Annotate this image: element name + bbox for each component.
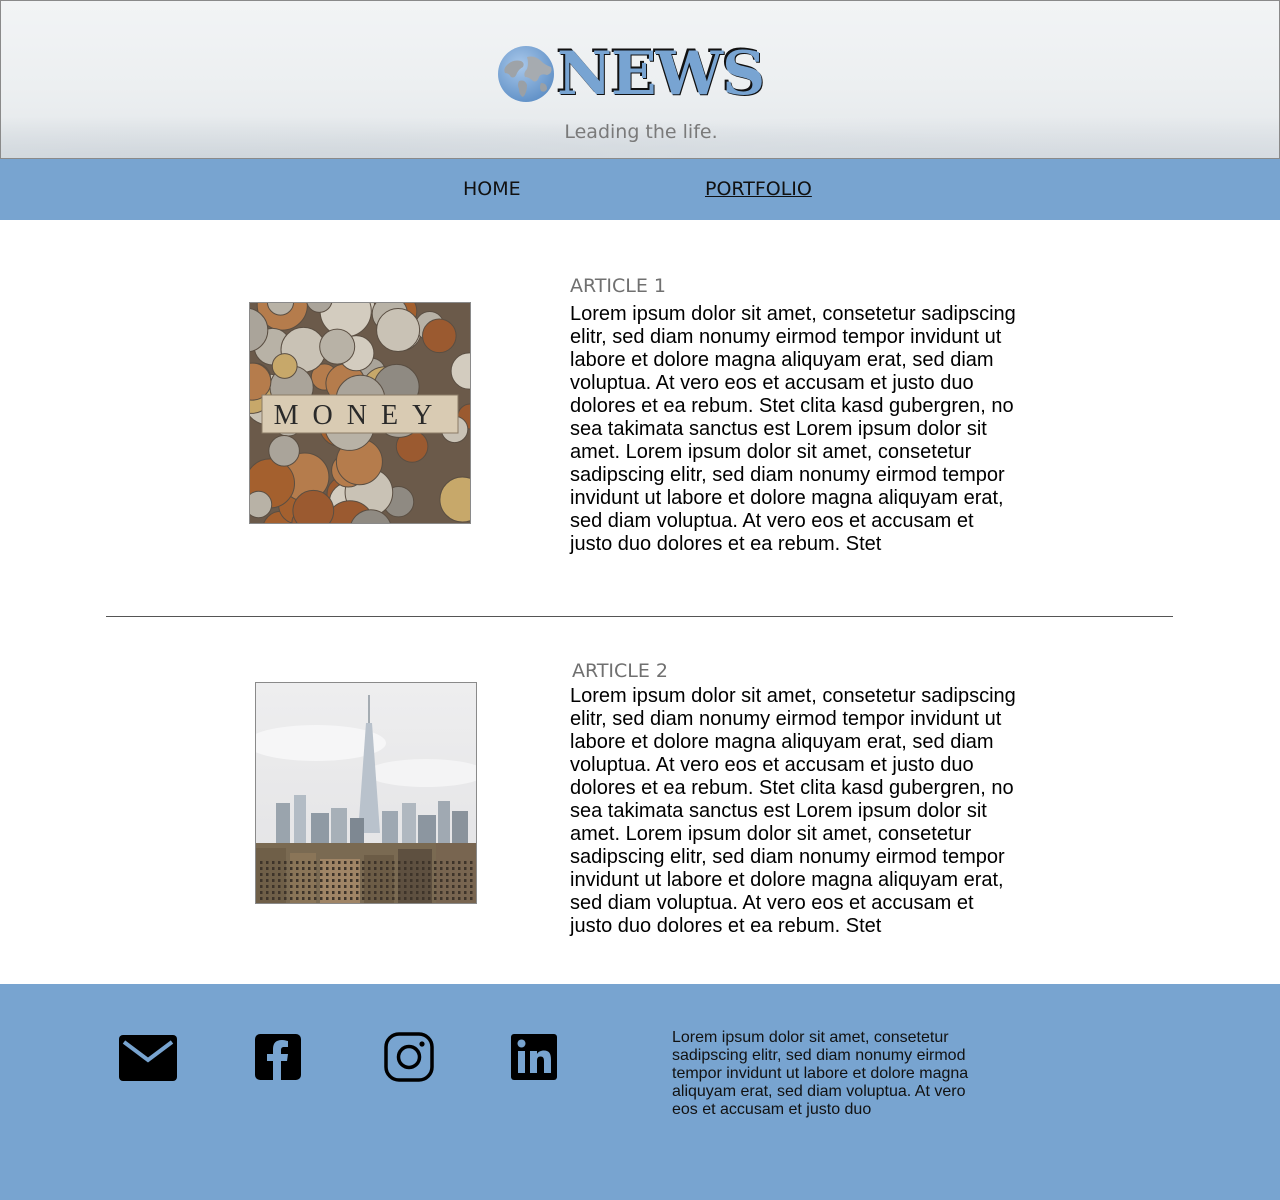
site-footer: Lorem ipsum dolor sit amet, consetetur s… <box>0 984 1280 1200</box>
nav-link-home[interactable]: HOME <box>463 178 521 200</box>
mail-icon[interactable] <box>118 1034 178 1082</box>
article-2-body: Lorem ipsum dolor sit amet, consetetur s… <box>570 685 1016 937</box>
article-2-title: ARTICLE 2 <box>572 660 669 682</box>
logo-text: NEWS <box>557 39 765 109</box>
globe-icon <box>498 46 554 102</box>
nav-link-portfolio[interactable]: PORTFOLIO <box>705 178 812 200</box>
linkedin-icon[interactable] <box>510 1033 558 1081</box>
article-1-image: MONEY <box>249 302 471 524</box>
article-1-body: Lorem ipsum dolor sit amet, consetetur s… <box>570 303 1016 555</box>
money-tile-text: MONEY <box>274 400 447 431</box>
city-skyline-image <box>256 683 476 903</box>
tagline: Leading the life. <box>564 121 718 143</box>
article-1-title: ARTICLE 1 <box>570 275 667 297</box>
article-divider <box>106 616 1173 617</box>
site-header: NEWS Leading the life. <box>0 0 1280 159</box>
instagram-icon[interactable] <box>384 1032 434 1082</box>
coins-image: MONEY <box>250 303 470 523</box>
main-nav: HOME PORTFOLIO <box>0 159 1280 220</box>
facebook-icon[interactable] <box>254 1033 302 1081</box>
footer-text: Lorem ipsum dolor sit amet, consetetur s… <box>672 1029 969 1118</box>
article-2-image <box>255 682 477 904</box>
site-logo[interactable]: NEWS <box>497 39 765 109</box>
money-tiles: MONEY <box>261 394 459 434</box>
